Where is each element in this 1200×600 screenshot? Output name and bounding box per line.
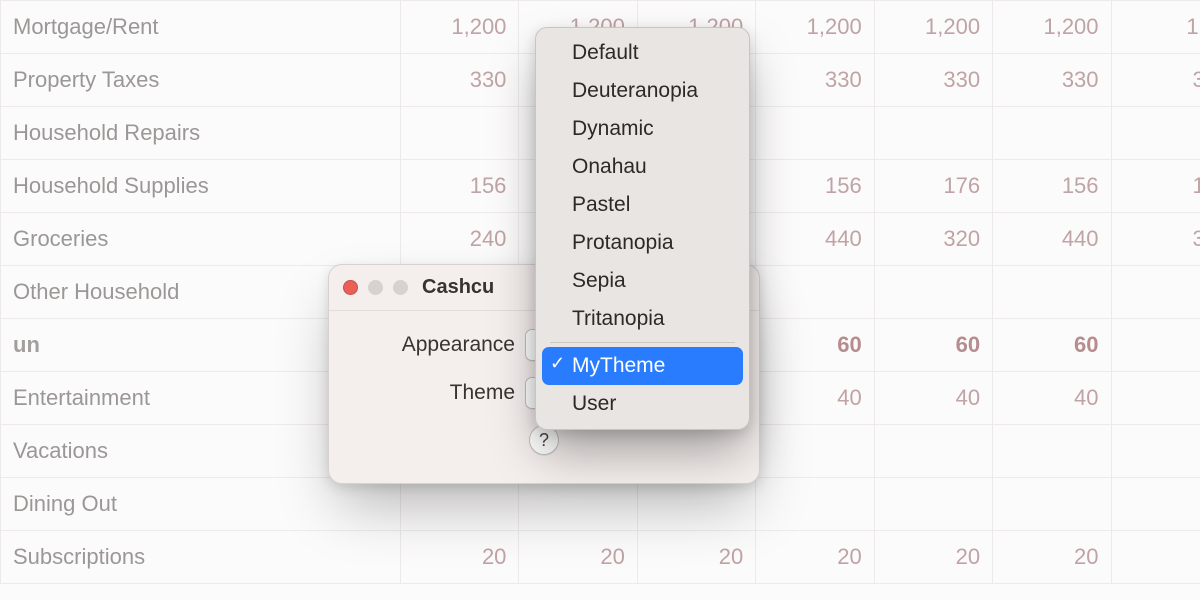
cell[interactable]: 156: [401, 160, 519, 213]
cell[interactable]: 1,200: [756, 1, 874, 54]
cell[interactable]: [1111, 425, 1200, 478]
cell[interactable]: [993, 478, 1111, 531]
cell[interactable]: 17: [1111, 160, 1200, 213]
cell[interactable]: 40: [993, 372, 1111, 425]
cell[interactable]: 2: [1111, 531, 1200, 584]
cell[interactable]: [756, 107, 874, 160]
cell[interactable]: [1111, 478, 1200, 531]
row-label: Household Supplies: [1, 160, 401, 213]
row-label: Dining Out: [1, 478, 401, 531]
row-label: Property Taxes: [1, 54, 401, 107]
cell[interactable]: [756, 425, 874, 478]
cell[interactable]: 1,200: [401, 1, 519, 54]
cell[interactable]: [401, 107, 519, 160]
cell[interactable]: 20: [519, 531, 637, 584]
cell[interactable]: 20: [993, 531, 1111, 584]
theme-label: Theme: [355, 381, 525, 405]
cell[interactable]: [874, 107, 992, 160]
cell[interactable]: [519, 478, 637, 531]
zoom-icon[interactable]: [393, 280, 408, 295]
cell[interactable]: [1111, 266, 1200, 319]
cell[interactable]: 6: [1111, 319, 1200, 372]
cell[interactable]: 20: [637, 531, 755, 584]
cell[interactable]: 330: [993, 54, 1111, 107]
cell[interactable]: [756, 478, 874, 531]
row-label: Mortgage/Rent: [1, 1, 401, 54]
cell[interactable]: 440: [756, 213, 874, 266]
row-label: Household Repairs: [1, 107, 401, 160]
row-label: Subscriptions: [1, 531, 401, 584]
cell[interactable]: [756, 266, 874, 319]
menu-item-deuteranopia[interactable]: Deuteranopia: [542, 72, 743, 110]
cell[interactable]: [993, 266, 1111, 319]
cell[interactable]: [637, 478, 755, 531]
cell[interactable]: 33: [1111, 54, 1200, 107]
cell[interactable]: 176: [874, 160, 992, 213]
cell[interactable]: [1111, 107, 1200, 160]
menu-item-user[interactable]: User: [542, 385, 743, 423]
cell[interactable]: 60: [993, 319, 1111, 372]
close-icon[interactable]: [343, 280, 358, 295]
cell[interactable]: 40: [874, 372, 992, 425]
menu-separator: [550, 342, 735, 343]
cell[interactable]: 60: [874, 319, 992, 372]
menu-item-tritanopia[interactable]: Tritanopia: [542, 300, 743, 338]
cell[interactable]: 1,200: [874, 1, 992, 54]
table-row: Subscriptions2020202020202: [1, 531, 1200, 584]
cell[interactable]: 1,200: [993, 1, 1111, 54]
cell[interactable]: 32: [1111, 213, 1200, 266]
cell[interactable]: [993, 425, 1111, 478]
menu-item-mytheme[interactable]: MyTheme: [542, 347, 743, 385]
cell[interactable]: 240: [401, 213, 519, 266]
cell[interactable]: 40: [756, 372, 874, 425]
theme-menu[interactable]: DefaultDeuteranopiaDynamicOnahauPastelPr…: [535, 27, 750, 430]
cell[interactable]: [874, 425, 992, 478]
cell[interactable]: 156: [993, 160, 1111, 213]
cell[interactable]: 20: [401, 531, 519, 584]
cell[interactable]: 330: [756, 54, 874, 107]
cell[interactable]: [401, 478, 519, 531]
cell[interactable]: 440: [993, 213, 1111, 266]
menu-item-pastel[interactable]: Pastel: [542, 186, 743, 224]
menu-item-onahau[interactable]: Onahau: [542, 148, 743, 186]
cell[interactable]: 60: [756, 319, 874, 372]
cell[interactable]: 320: [874, 213, 992, 266]
cell[interactable]: [993, 107, 1111, 160]
cell[interactable]: 1,2: [1111, 1, 1200, 54]
minimize-icon[interactable]: [368, 280, 383, 295]
cell[interactable]: 20: [756, 531, 874, 584]
menu-item-dynamic[interactable]: Dynamic: [542, 110, 743, 148]
row-label: Groceries: [1, 213, 401, 266]
table-row: Dining Out: [1, 478, 1200, 531]
cell[interactable]: [874, 266, 992, 319]
cell[interactable]: 330: [874, 54, 992, 107]
cell[interactable]: 4: [1111, 372, 1200, 425]
menu-item-sepia[interactable]: Sepia: [542, 262, 743, 300]
menu-item-protanopia[interactable]: Protanopia: [542, 224, 743, 262]
cell[interactable]: 330: [401, 54, 519, 107]
window-traffic-lights: [343, 280, 408, 295]
menu-item-default[interactable]: Default: [542, 34, 743, 72]
cell[interactable]: 156: [756, 160, 874, 213]
window-title: Cashcu: [422, 276, 494, 299]
appearance-label: Appearance: [355, 333, 525, 357]
cell[interactable]: 20: [874, 531, 992, 584]
cell[interactable]: [874, 478, 992, 531]
